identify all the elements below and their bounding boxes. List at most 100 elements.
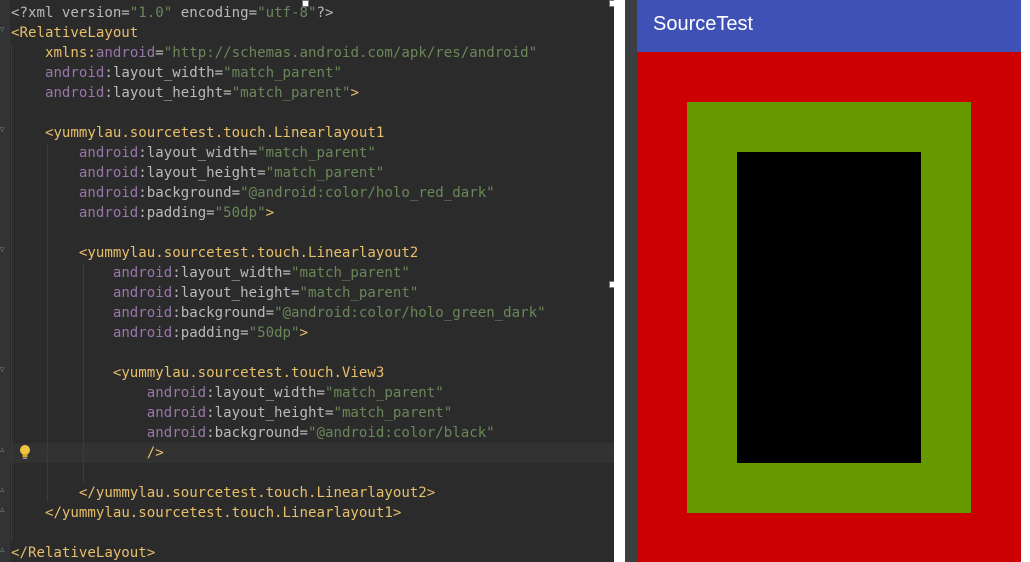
code-token: "match_parent" [333,405,453,421]
code-token: > [350,85,359,101]
code-line[interactable]: android:padding="50dp"> [11,203,274,223]
code-token: "match_parent" [231,85,351,101]
code-token: "@android:color/holo_red_dark" [240,185,495,201]
code-line[interactable]: android:layout_width="match_parent" [11,143,376,163]
code-token: android [112,305,173,321]
code-token: "50dp" [248,325,300,341]
code-token: :layout_height= [138,165,266,181]
code-line[interactable]: <yummylau.sourcetest.touch.View3 [11,363,385,383]
code-token: android [95,45,156,61]
code-token: "utf-8" [257,5,317,21]
code-line[interactable]: android:layout_height="match_parent" [11,403,452,423]
code-token: <RelativeLayout [11,25,139,41]
code-token: :layout_height= [206,405,334,421]
code-line[interactable]: </yummylau.sourcetest.touch.Linearlayout… [11,503,401,523]
code-token: "match_parent" [324,385,444,401]
fold-marker-icon[interactable]: ▿ [0,126,8,135]
code-token: android [146,425,207,441]
code-token: "1.0" [129,5,173,21]
code-line[interactable]: android:background="@android:color/holo_… [11,303,546,323]
fold-marker-icon[interactable]: ▵ [0,546,8,555]
code-token: android [112,285,173,301]
code-token: /> [146,445,164,461]
code-line[interactable]: android:layout_width="match_parent" [11,63,342,83]
code-token: "http://schemas.android.com/apk/res/andr… [163,45,538,61]
code-token: "match_parent" [291,265,410,281]
editor-gutter [0,0,10,562]
fold-marker-icon[interactable]: ▿ [0,366,8,375]
code-token: </RelativeLayout> [11,545,156,561]
code-token: :padding= [172,325,249,341]
code-token: "match_parent" [265,165,385,181]
code-token: "@android:color/black" [308,425,495,441]
app-title: SourceTest [653,13,754,35]
resize-handle[interactable] [302,0,309,7]
fold-marker-icon[interactable]: ▵ [0,486,8,495]
code-token: "50dp" [214,205,266,221]
code-token: android [146,405,207,421]
code-token: "@android:color/holo_green_dark" [274,305,546,321]
code-token: android [44,65,105,81]
code-token: android [146,385,207,401]
preview-side-strip [625,0,637,562]
code-token: <?xml version= [11,5,130,21]
view3-preview[interactable] [737,152,921,463]
code-token: :layout_width= [206,385,325,401]
fold-marker-icon[interactable]: ▿ [0,246,8,255]
code-token: android [78,145,139,161]
code-line[interactable]: android:background="@android:color/black… [11,423,495,443]
code-line[interactable]: <RelativeLayout [11,23,138,43]
code-token: xmlns: [44,45,96,61]
code-token: :layout_width= [104,65,224,81]
code-line[interactable]: android:layout_height="match_parent" [11,283,418,303]
code-line[interactable]: android:background="@android:color/holo_… [11,183,495,203]
code-token: <yummylau.sourcetest.touch.Linearlayout2 [78,245,419,261]
code-line[interactable]: android:layout_height="match_parent" [11,163,384,183]
code-token: <yummylau.sourcetest.touch.Linearlayout1 [44,125,385,141]
code-token: android [78,205,139,221]
code-token: :background= [138,185,241,201]
code-line[interactable]: </yummylau.sourcetest.touch.Linearlayout… [11,483,435,503]
code-token: </yummylau.sourcetest.touch.Linearlayout… [44,505,402,521]
xml-code-editor[interactable]: ▿ ▿ ▿ ▿ ▵ ▵ ▵ ▵ <?xml version="1.0" enco… [0,0,614,562]
code-line[interactable]: xmlns:android="http://schemas.android.co… [11,43,537,63]
code-token: > [299,325,309,341]
code-line[interactable]: </RelativeLayout> [11,543,155,562]
code-line[interactable]: android:layout_height="match_parent"> [11,83,359,103]
code-token: android [78,185,139,201]
code-line[interactable]: android:padding="50dp"> [11,323,308,343]
fold-marker-icon[interactable]: ▵ [0,446,8,455]
code-token: :padding= [138,205,215,221]
code-line[interactable]: <yummylau.sourcetest.touch.Linearlayout1 [11,123,384,143]
code-line[interactable]: /> [11,443,164,463]
code-token: encoding= [172,5,258,21]
code-token: android [112,325,173,341]
code-line[interactable]: android:layout_width="match_parent" [11,263,410,283]
code-line[interactable]: <?xml version="1.0" encoding="utf-8"?> [11,3,333,23]
fold-marker-icon[interactable]: ▵ [0,506,8,515]
code-line[interactable]: android:layout_width="match_parent" [11,383,444,403]
pane-divider[interactable] [614,0,625,562]
code-token: ?> [316,5,334,21]
code-token: = [155,45,164,61]
code-token: > [265,205,275,221]
code-line[interactable]: <yummylau.sourcetest.touch.Linearlayout2 [11,243,418,263]
fold-marker-icon[interactable]: ▿ [0,26,8,35]
code-token: "match_parent" [299,285,419,301]
code-token: </yummylau.sourcetest.touch.Linearlayout… [78,485,436,501]
code-token: android [78,165,139,181]
